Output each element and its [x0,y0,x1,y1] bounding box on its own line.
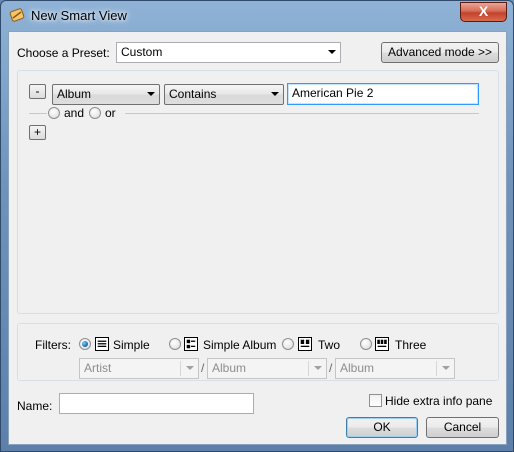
hide-info-pane-label: Hide extra info pane [385,394,493,408]
preset-label: Choose a Preset: [17,46,110,60]
two-view-icon [298,337,312,351]
close-icon: X [478,3,489,19]
filter-two-radio[interactable] [282,338,294,350]
divider [125,113,479,114]
cancel-button[interactable]: Cancel [426,417,499,438]
filter-combo-3[interactable]: Album [335,358,455,379]
hide-info-pane-checkbox[interactable] [369,394,382,407]
field-dropdown[interactable]: Album [52,84,160,105]
divider [308,361,309,376]
chevron-down-icon [442,366,450,370]
filter-two-label: Two [318,338,341,352]
smart-view-icon [9,8,25,22]
filter-separator: / [329,361,333,375]
field-value: Album [57,87,92,101]
add-rule-button[interactable]: + [29,125,46,140]
filter-simple-radio[interactable] [79,338,91,350]
filter-combo-1-value: Artist [84,361,112,375]
chevron-down-icon [328,50,336,54]
and-radio[interactable] [48,107,60,119]
operator-dropdown[interactable]: Contains [164,84,284,105]
three-view-icon [375,337,389,351]
or-radio[interactable] [89,107,101,119]
name-label: Name: [17,399,53,413]
simple-album-view-icon [184,337,198,351]
rule-value-input[interactable]: American Pie 2 [287,83,479,105]
name-input[interactable] [59,393,254,414]
advanced-mode-button[interactable]: Advanced mode >> [381,42,499,63]
preset-value: Custom [121,45,163,59]
filter-simple-album-radio[interactable] [169,338,181,350]
ok-button[interactable]: OK [346,417,418,438]
divider [29,113,47,114]
filter-simple-label: Simple [113,338,150,352]
filters-label: Filters: [35,338,71,352]
divider [436,361,437,376]
title-bar[interactable]: New Smart View X [1,1,513,29]
filter-combo-3-value: Album [340,361,375,375]
close-button[interactable]: X [460,2,507,22]
remove-rule-button[interactable]: - [29,84,46,99]
operator-value: Contains [169,87,217,101]
dialog-body: Choose a Preset: Custom Advanced mode >>… [8,31,507,445]
filter-three-radio[interactable] [360,338,372,350]
rules-panel: - Album Contains American Pie 2 and or + [17,70,499,314]
chevron-down-icon [147,92,155,96]
filter-simple-album-label: Simple Album [203,338,277,352]
filter-three-label: Three [395,338,427,352]
filter-combo-2-value: Album [212,361,247,375]
filter-combo-1[interactable]: Artist [79,358,199,379]
preset-dropdown[interactable]: Custom [116,42,341,63]
or-label: or [105,106,116,120]
chevron-down-icon [271,92,279,96]
chevron-down-icon [314,366,322,370]
divider [180,361,181,376]
and-label: and [64,106,85,120]
simple-view-icon [95,337,109,351]
filter-combo-2[interactable]: Album [207,358,327,379]
window-title: New Smart View [31,8,127,23]
filter-separator: / [201,361,205,375]
filters-panel: Filters: Simple Simple Album Two Three A… [17,323,499,381]
dialog-window: New Smart View X Choose a Preset: Custom… [0,0,514,452]
chevron-down-icon [186,366,194,370]
